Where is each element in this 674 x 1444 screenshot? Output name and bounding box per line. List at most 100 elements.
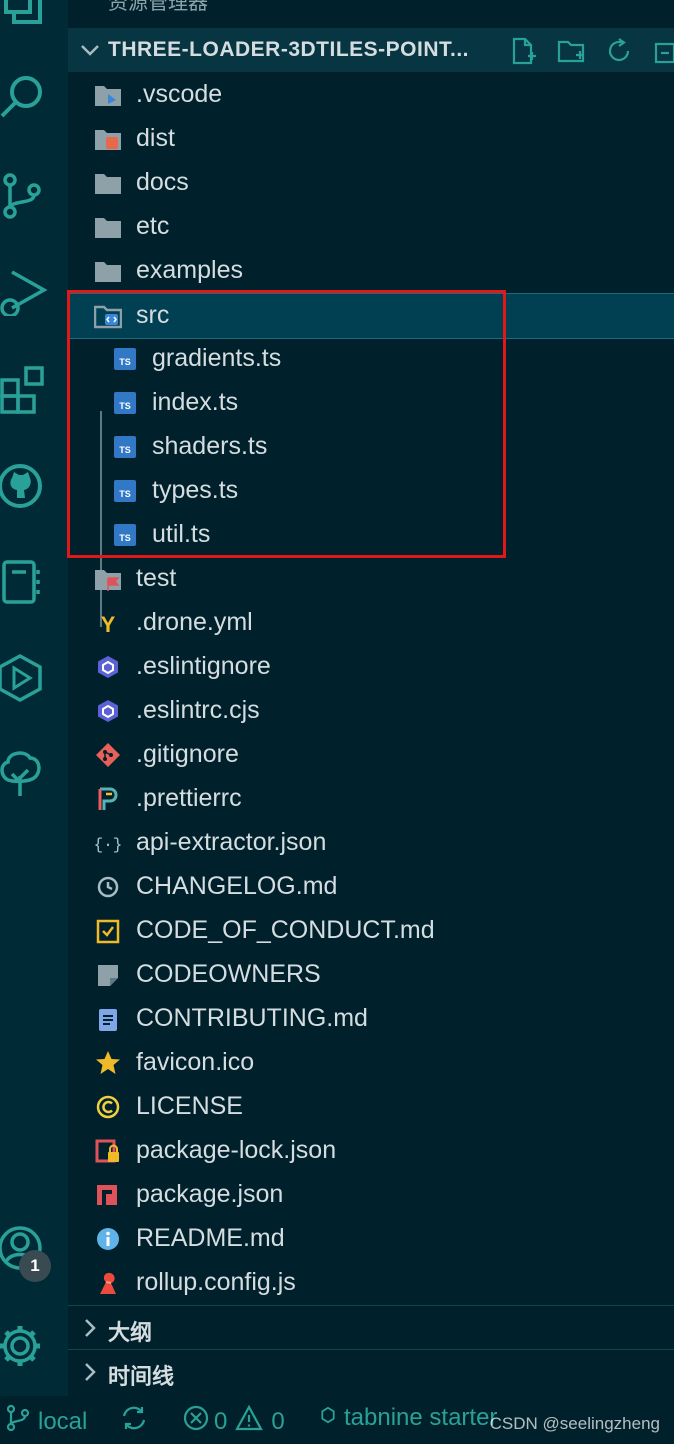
- tree-item-favicon[interactable]: favicon.ico: [68, 1041, 674, 1085]
- eslint-icon: [94, 654, 122, 680]
- tree-item-shaders-ts[interactable]: TS shaders.ts: [68, 425, 674, 469]
- tree-item-docs[interactable]: docs: [68, 161, 674, 205]
- git-branch-icon: [4, 1404, 32, 1439]
- folder-vscode-icon: [94, 82, 122, 108]
- tree-item-package-lock[interactable]: package-lock.json: [68, 1129, 674, 1173]
- typescript-icon: TS: [112, 390, 140, 416]
- branch-name: local: [38, 1407, 88, 1435]
- tree-item-types-ts[interactable]: TS types.ts: [68, 469, 674, 513]
- tree-item-license[interactable]: LICENSE: [68, 1085, 674, 1129]
- package-lock-icon: [94, 1138, 122, 1164]
- prettier-icon: [94, 786, 122, 812]
- chevron-right-icon: [78, 1360, 102, 1384]
- error-count: 0: [214, 1407, 228, 1435]
- tree-item-changelog[interactable]: CHANGELOG.md: [68, 865, 674, 909]
- branch-status[interactable]: local: [4, 1404, 87, 1439]
- svg-text:TS: TS: [119, 401, 131, 411]
- folder-icon: [94, 214, 122, 240]
- star-icon: [94, 1050, 122, 1076]
- error-icon: [182, 1404, 210, 1439]
- run-debug-icon[interactable]: [0, 268, 48, 316]
- tree-item-test[interactable]: test: [68, 557, 674, 601]
- conduct-icon: [94, 918, 122, 944]
- svg-text:Y: Y: [101, 612, 116, 636]
- tree-item-codeowners[interactable]: CODEOWNERS: [68, 953, 674, 997]
- tree-item-eslintrc[interactable]: .eslintrc.cjs: [68, 689, 674, 733]
- tree-item-dist[interactable]: dist: [68, 117, 674, 161]
- timeline-panel-header[interactable]: 时间线: [68, 1349, 674, 1394]
- tree-item-vscode[interactable]: .vscode: [68, 73, 674, 117]
- npm-icon: [94, 1182, 122, 1208]
- typescript-icon: TS: [112, 434, 140, 460]
- sync-icon: [120, 1404, 148, 1439]
- workspace-title: THREE-LOADER-3DTILES-POINT...: [108, 38, 470, 61]
- svg-text:TS: TS: [119, 445, 131, 455]
- svg-text:TS: TS: [119, 357, 131, 367]
- outline-panel-header[interactable]: 大纲: [68, 1305, 674, 1350]
- yaml-icon: Y: [94, 610, 122, 636]
- chevron-right-icon: [78, 1316, 102, 1340]
- watermark: CSDN @seelingzheng: [489, 1414, 660, 1433]
- new-folder-icon[interactable]: [556, 36, 586, 66]
- svg-text:TS: TS: [119, 533, 131, 543]
- svg-text:TS: TS: [119, 489, 131, 499]
- new-file-icon[interactable]: [508, 36, 538, 66]
- tree-item-gradients-ts[interactable]: TS gradients.ts: [68, 337, 674, 381]
- changelog-icon: [94, 874, 122, 900]
- folder-icon: [94, 170, 122, 196]
- explorer-section-header[interactable]: THREE-LOADER-3DTILES-POINT...: [68, 28, 674, 72]
- tree-item-rollup-config[interactable]: rollup.config.js: [68, 1261, 674, 1305]
- eslint-icon: [94, 698, 122, 724]
- source-control-icon[interactable]: [0, 172, 48, 220]
- search-icon[interactable]: [0, 72, 48, 120]
- tree-item-examples[interactable]: examples: [68, 249, 674, 293]
- folder-dist-icon: [94, 126, 122, 152]
- tree-item-code-of-conduct[interactable]: CODE_OF_CONDUCT.md: [68, 909, 674, 953]
- contributing-icon: [94, 1006, 122, 1032]
- problems-status[interactable]: 0 0: [182, 1404, 285, 1439]
- sync-button[interactable]: [120, 1404, 148, 1439]
- settings-gear-icon[interactable]: [0, 1322, 48, 1370]
- extensions-icon[interactable]: [0, 366, 48, 414]
- tree-item-src[interactable]: src: [68, 293, 674, 339]
- outline-label: 大纲: [108, 1320, 153, 1345]
- license-icon: [94, 1094, 122, 1120]
- tree-item-package-json[interactable]: package.json: [68, 1173, 674, 1217]
- warning-count: 0: [271, 1407, 285, 1435]
- github-icon[interactable]: [0, 462, 48, 510]
- remote-icon[interactable]: [0, 654, 48, 702]
- tree-item-etc[interactable]: etc: [68, 205, 674, 249]
- typescript-icon: TS: [112, 522, 140, 548]
- typescript-icon: TS: [112, 478, 140, 504]
- typescript-icon: TS: [112, 346, 140, 372]
- folder-test-icon: [94, 566, 122, 592]
- tree-item-index-ts[interactable]: TS index.ts: [68, 381, 674, 425]
- chevron-down-icon: [78, 38, 102, 62]
- tabnine-label: tabnine starter: [344, 1404, 498, 1431]
- timeline-label: 时间线: [108, 1364, 175, 1389]
- collapse-all-icon[interactable]: [652, 36, 674, 66]
- json-icon: {·}: [94, 830, 122, 856]
- explorer-icon[interactable]: [0, 0, 48, 30]
- svg-text:{·}: {·}: [94, 836, 122, 854]
- folder-src-open-icon: [94, 303, 122, 329]
- codeowners-icon: [94, 962, 122, 988]
- tabnine-status[interactable]: tabnine starter: [318, 1404, 497, 1432]
- refresh-icon[interactable]: [604, 36, 634, 66]
- tree-item-gitignore[interactable]: .gitignore: [68, 733, 674, 777]
- tree-item-api-extractor[interactable]: {·} api-extractor.json: [68, 821, 674, 865]
- folder-icon: [94, 258, 122, 284]
- tree-icon[interactable]: [0, 750, 48, 798]
- warning-icon: [235, 1404, 264, 1439]
- tree-item-drone-yml[interactable]: Y .drone.yml: [68, 601, 674, 645]
- tree-item-prettierrc[interactable]: .prettierrc: [68, 777, 674, 821]
- tree-item-contributing[interactable]: CONTRIBUTING.md: [68, 997, 674, 1041]
- activity-bar: 1: [0, 0, 68, 1396]
- notebook-icon[interactable]: [0, 558, 48, 606]
- tree-item-eslintignore[interactable]: .eslintignore: [68, 645, 674, 689]
- tree-item-readme[interactable]: README.md: [68, 1217, 674, 1261]
- info-icon: [94, 1226, 122, 1252]
- git-icon: [94, 742, 122, 768]
- tree-item-util-ts[interactable]: TS util.ts: [68, 513, 674, 557]
- account-badge: 1: [19, 1250, 51, 1282]
